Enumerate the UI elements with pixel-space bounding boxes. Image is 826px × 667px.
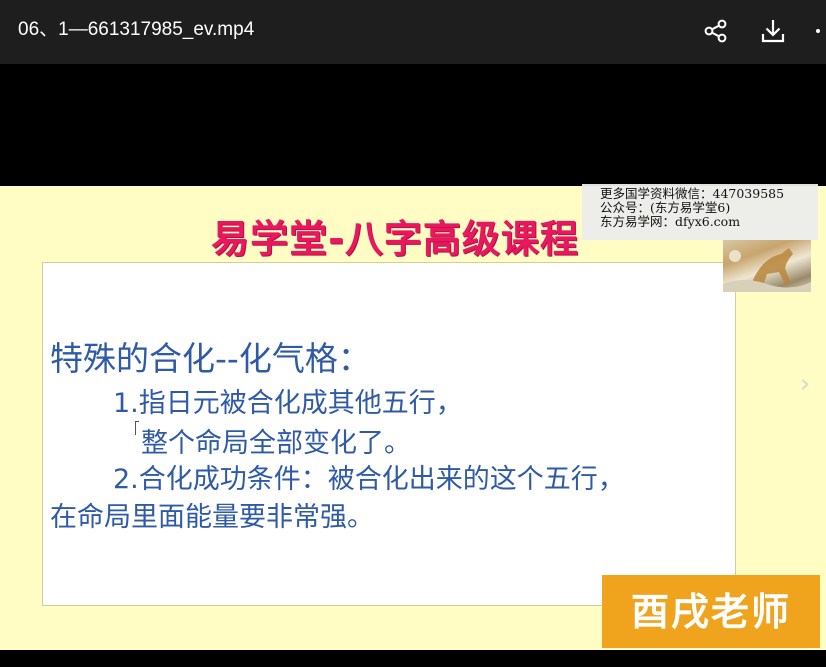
video-letterbox-bottom xyxy=(0,650,826,667)
slide-heading: 特殊的合化--化气格： xyxy=(50,339,371,378)
title-bar: 06、1—661317985_ev.mp4 xyxy=(0,0,826,64)
slide-line: 2.合化成功条件：被合化出来的这个五行， xyxy=(113,464,625,495)
slide-line: 1.指日元被合化成其他五行， xyxy=(113,388,463,419)
share-icon[interactable] xyxy=(701,16,731,46)
file-title: 06、1—661317985_ev.mp4 xyxy=(18,19,255,40)
teacher-name-badge: 酉戌老师 xyxy=(602,575,820,648)
next-slide-arrow[interactable]: › xyxy=(795,366,815,402)
slide-line: 在命局里面能量要非常强。 xyxy=(50,502,374,533)
more-icon[interactable] xyxy=(810,16,826,46)
video-letterbox-top xyxy=(0,64,826,186)
watermark-line: 东方易学网：dfyx6.com xyxy=(600,214,741,229)
slide-line: 整个命局全部变化了。 xyxy=(141,428,411,459)
badge-text: 酉戌老师 xyxy=(630,589,791,634)
download-icon[interactable] xyxy=(758,16,788,46)
text-cursor-icon xyxy=(135,421,139,435)
decorative-horse-image xyxy=(723,240,811,292)
watermark-line: 更多国学资料微信：447039585 xyxy=(600,186,785,201)
watermark-line: 公众号：(东方易学堂6) xyxy=(600,200,731,215)
slide-content-box: 特殊的合化--化气格： 1.指日元被合化成其他五行， 整个命局全部变化了。 2.… xyxy=(42,262,736,606)
watermark-banner: 更多国学资料微信：447039585 公众号：(东方易学堂6) 东方易学网：df… xyxy=(582,184,818,240)
